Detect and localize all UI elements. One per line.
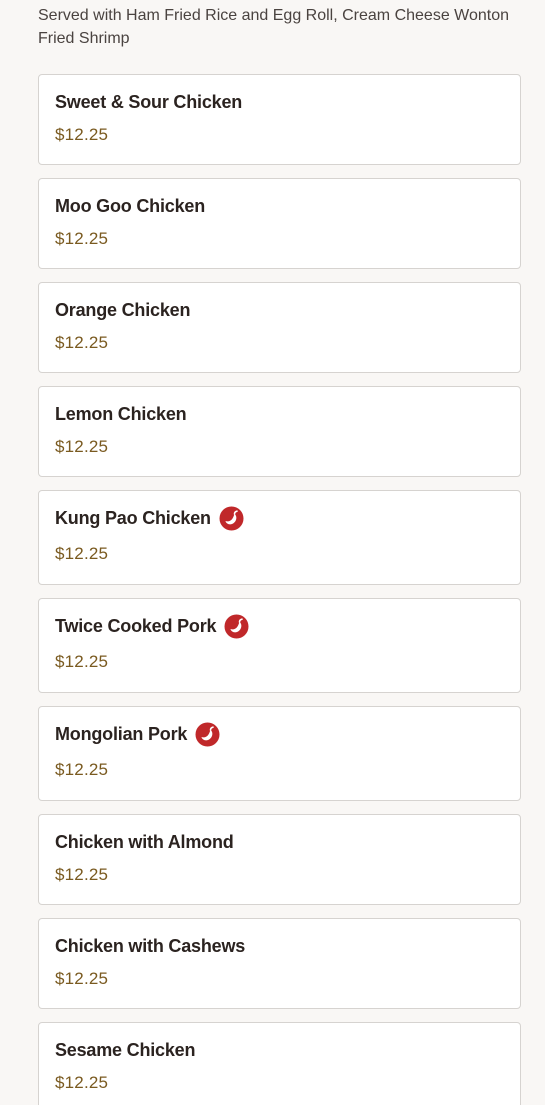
menu-item-price: $12.25: [55, 652, 109, 671]
menu-item-name: Lemon Chicken: [55, 403, 187, 424]
menu-item-list: Sweet & Sour Chicken $12.25 Moo Goo Chic…: [38, 74, 521, 1105]
menu-item-card[interactable]: Chicken with Almond $12.25: [38, 814, 521, 905]
menu-item-price: $12.25: [55, 333, 109, 352]
menu-item-name: Moo Goo Chicken: [55, 195, 206, 216]
menu-item-card[interactable]: Kung Pao Chicken $12.25: [38, 490, 521, 585]
menu-item-price: $12.25: [55, 1073, 109, 1092]
menu-item-card[interactable]: Lemon Chicken $12.25: [38, 386, 521, 477]
menu-item-price: $12.25: [55, 865, 109, 884]
menu-item-name: Sweet & Sour Chicken: [55, 91, 243, 112]
menu-item-price: $12.25: [55, 969, 109, 988]
menu-item-name: Twice Cooked Pork: [55, 615, 217, 636]
menu-item-price: $12.25: [55, 760, 109, 779]
menu-item-card[interactable]: Chicken with Cashews $12.25: [38, 918, 521, 1009]
menu-item-card[interactable]: Orange Chicken $12.25: [38, 282, 521, 373]
chili-pepper-icon: [219, 506, 244, 531]
menu-item-card[interactable]: Twice Cooked Pork $12.25: [38, 598, 521, 693]
menu-section: Served with Ham Fried Rice and Egg Roll,…: [0, 0, 545, 1105]
section-description: Served with Ham Fried Rice and Egg Roll,…: [38, 7, 510, 47]
menu-item-name: Sesame Chicken: [55, 1039, 196, 1060]
chili-pepper-icon: [195, 722, 220, 747]
menu-item-name: Kung Pao Chicken: [55, 507, 211, 528]
menu-item-name: Chicken with Almond: [55, 831, 234, 852]
menu-item-price: $12.25: [55, 229, 109, 248]
chili-pepper-icon: [224, 614, 249, 639]
menu-item-price: $12.25: [55, 125, 109, 144]
menu-item-name: Mongolian Pork: [55, 723, 188, 744]
menu-item-price: $12.25: [55, 437, 109, 456]
menu-item-card[interactable]: Sweet & Sour Chicken $12.25: [38, 74, 521, 165]
menu-item-name: Chicken with Cashews: [55, 935, 246, 956]
menu-item-card[interactable]: Sesame Chicken $12.25: [38, 1022, 521, 1105]
menu-item-card[interactable]: Moo Goo Chicken $12.25: [38, 178, 521, 269]
menu-item-card[interactable]: Mongolian Pork $12.25: [38, 706, 521, 801]
menu-item-name: Orange Chicken: [55, 299, 191, 320]
menu-item-price: $12.25: [55, 544, 109, 563]
